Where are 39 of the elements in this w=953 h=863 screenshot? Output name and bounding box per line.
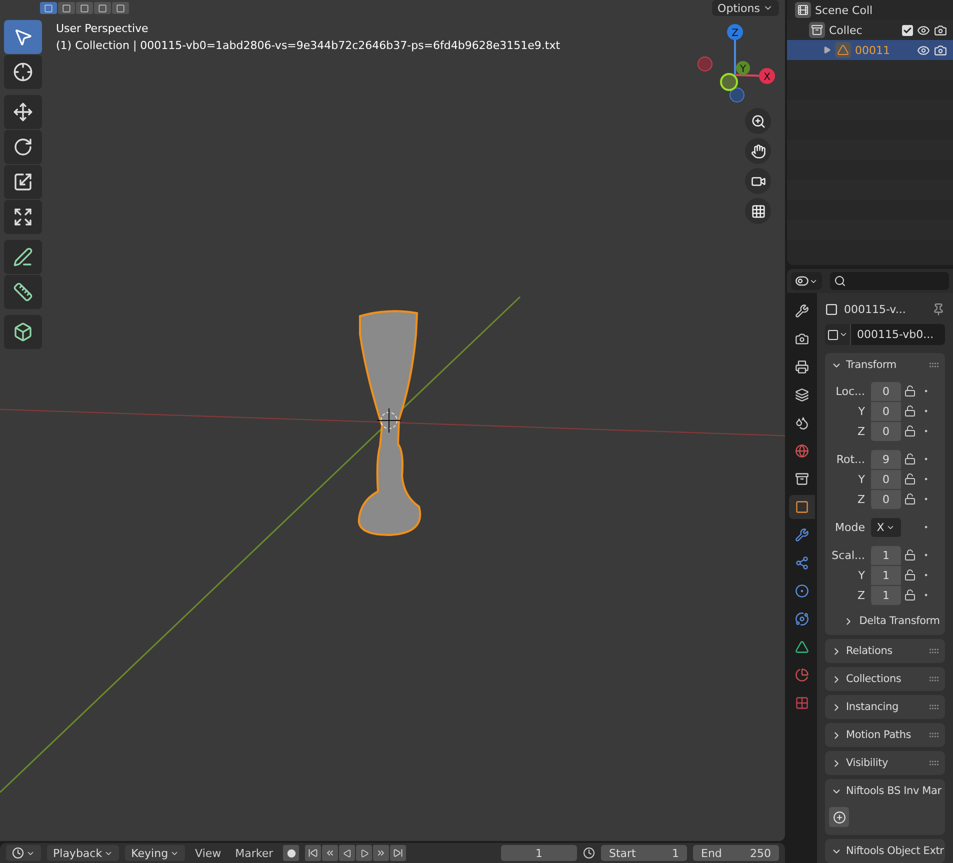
object-name: 000115-v... xyxy=(844,303,907,316)
number-field[interactable]: 0 xyxy=(871,402,901,420)
menu-dropdown[interactable]: Keying xyxy=(125,845,186,861)
subpanel-header[interactable]: Delta Transform xyxy=(843,613,941,629)
field-label: Z xyxy=(856,588,866,602)
end-frame-field[interactable]: End 250 xyxy=(693,845,779,861)
field-label: Z xyxy=(856,424,866,438)
start-frame-field[interactable]: Start 1 xyxy=(601,845,687,861)
number-field[interactable]: 0 xyxy=(871,422,901,440)
number-field[interactable]: 0 xyxy=(871,382,901,400)
mode-dropdown[interactable]: X xyxy=(871,518,901,536)
menu-item[interactable]: Marker xyxy=(231,846,278,860)
field-label: Rot... xyxy=(835,452,866,466)
outliner-row[interactable]: 00011 xyxy=(787,40,953,60)
field-label: Y xyxy=(857,404,866,418)
field-label: Scal... xyxy=(830,548,866,562)
3d-viewport[interactable]: Options User Perspective (1) Collection | 000115-vb0=1abd2806-vs=9e344b72c2646b37-ps=6fd4b9628e3151e9.txt Y Z X xyxy=(0,0,785,841)
field-label: Y xyxy=(857,472,866,486)
number-field[interactable]: 9 xyxy=(871,450,901,468)
menu-dropdown[interactable]: Playback xyxy=(47,845,120,861)
number-field[interactable]: 1 xyxy=(871,566,901,584)
field-label: Loc... xyxy=(834,384,866,398)
axis-gizmo-drawing[interactable]: Y Z X xyxy=(695,20,781,104)
options-dropdown[interactable]: Options xyxy=(712,0,779,16)
number-field[interactable]: 1 xyxy=(871,546,901,564)
field-label: Z xyxy=(856,492,866,506)
object-info: (1) Collection | 000115-vb0=1abd2806-vs=9e344b72c2646b37-ps=6fd4b9628e3151e9.txt xyxy=(56,39,562,52)
number-field[interactable]: 0 xyxy=(871,490,901,508)
field-label: Mode xyxy=(834,520,866,534)
outliner-label: 00011 xyxy=(855,44,891,56)
field-label: Y xyxy=(857,568,866,582)
current-frame-field[interactable]: 1 xyxy=(501,845,577,861)
number-field[interactable]: 0 xyxy=(871,470,901,488)
outliner-label: Collec xyxy=(829,24,864,36)
view-name: User Perspective xyxy=(56,22,150,35)
menu-item[interactable]: View xyxy=(191,846,226,860)
datablock-name-field[interactable]: 000115-vb0... xyxy=(851,324,945,345)
outliner-label: Scene Coll xyxy=(815,4,874,16)
number-field[interactable]: 1 xyxy=(871,586,901,604)
